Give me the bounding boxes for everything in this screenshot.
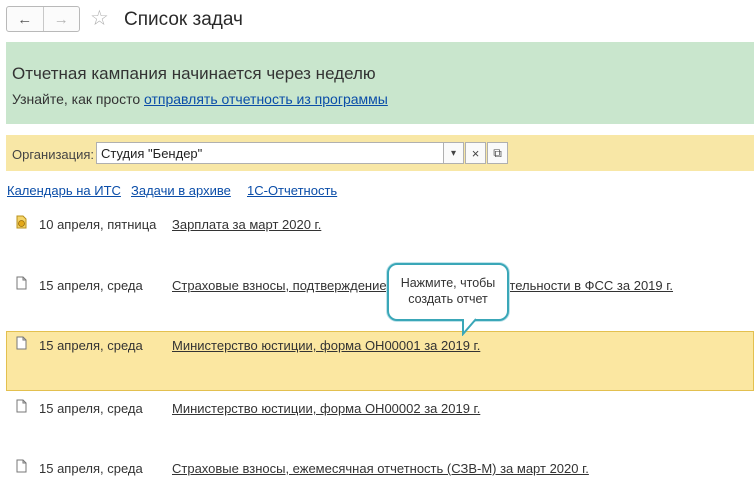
archive-tasks-link[interactable]: Задачи в архиве bbox=[131, 183, 231, 198]
clear-icon: × bbox=[471, 145, 480, 161]
document-icon bbox=[16, 459, 27, 473]
task-row[interactable]: 15 апреля, среда Страховые взносы, ежеме… bbox=[6, 456, 754, 493]
organization-label: Организация: bbox=[12, 147, 95, 162]
task-row-selected[interactable]: 15 апреля, среда Министерство юстиции, ф… bbox=[6, 331, 754, 391]
organization-field[interactable]: Студия "Бендер" bbox=[96, 142, 444, 164]
hint-callout: Нажмите, чтобы создать отчет bbox=[387, 263, 509, 321]
organization-dropdown-button[interactable]: ▾ bbox=[443, 142, 464, 164]
task-date: 15 апреля, среда bbox=[39, 461, 143, 476]
forward-button[interactable]: → bbox=[42, 7, 80, 31]
open-icon: ⧉ bbox=[493, 145, 502, 160]
task-row[interactable]: 15 апреля, среда Страховые взносы, подтв… bbox=[6, 273, 754, 333]
banner-text-prefix: Узнайте, как просто bbox=[12, 91, 145, 107]
chevron-down-icon: ▾ bbox=[450, 147, 457, 159]
favorite-star-icon[interactable]: ☆ bbox=[90, 8, 109, 30]
task-row[interactable]: 10 апреля, пятница Зарплата за март 2020… bbox=[6, 212, 754, 272]
coin-document-icon bbox=[16, 215, 27, 229]
calendar-its-link[interactable]: Календарь на ИТС bbox=[7, 183, 121, 198]
task-link[interactable]: Министерство юстиции, форма ОН00002 за 2… bbox=[172, 401, 480, 416]
task-date: 15 апреля, среда bbox=[39, 278, 143, 293]
document-icon bbox=[16, 276, 27, 290]
document-icon bbox=[16, 399, 27, 413]
task-date: 15 апреля, среда bbox=[39, 338, 143, 353]
navigation-buttons: ← → bbox=[6, 6, 80, 32]
banner-text: Узнайте, как просто отправлять отчетност… bbox=[12, 91, 388, 107]
arrow-left-icon: ← bbox=[17, 10, 33, 28]
back-button[interactable]: ← bbox=[7, 7, 43, 31]
task-row[interactable]: 15 апреля, среда Министерство юстиции, ф… bbox=[6, 396, 754, 456]
reporting-link[interactable]: 1С-Отчетность bbox=[247, 183, 337, 198]
page-title: Список задач bbox=[124, 9, 243, 30]
callout-line-1: Нажмите, чтобы bbox=[400, 276, 496, 290]
organization-clear-button[interactable]: × bbox=[465, 142, 486, 164]
banner-link[interactable]: отправлять отчетность из программы bbox=[144, 91, 388, 107]
task-link[interactable]: Зарплата за март 2020 г. bbox=[172, 217, 321, 232]
banner-title: Отчетная кампания начинается через недел… bbox=[12, 64, 376, 83]
task-date: 15 апреля, среда bbox=[39, 401, 143, 416]
task-link[interactable]: Министерство юстиции, форма ОН00001 за 2… bbox=[172, 338, 480, 353]
task-link[interactable]: Страховые взносы, ежемесячная отчетность… bbox=[172, 461, 589, 476]
task-date: 10 апреля, пятница bbox=[39, 217, 157, 232]
organization-value: Студия "Бендер" bbox=[101, 146, 203, 161]
callout-line-2: создать отчет bbox=[408, 292, 488, 306]
organization-open-button[interactable]: ⧉ bbox=[487, 142, 508, 164]
arrow-right-icon: → bbox=[53, 10, 69, 28]
callout-tail bbox=[462, 318, 477, 336]
document-icon bbox=[16, 336, 27, 350]
